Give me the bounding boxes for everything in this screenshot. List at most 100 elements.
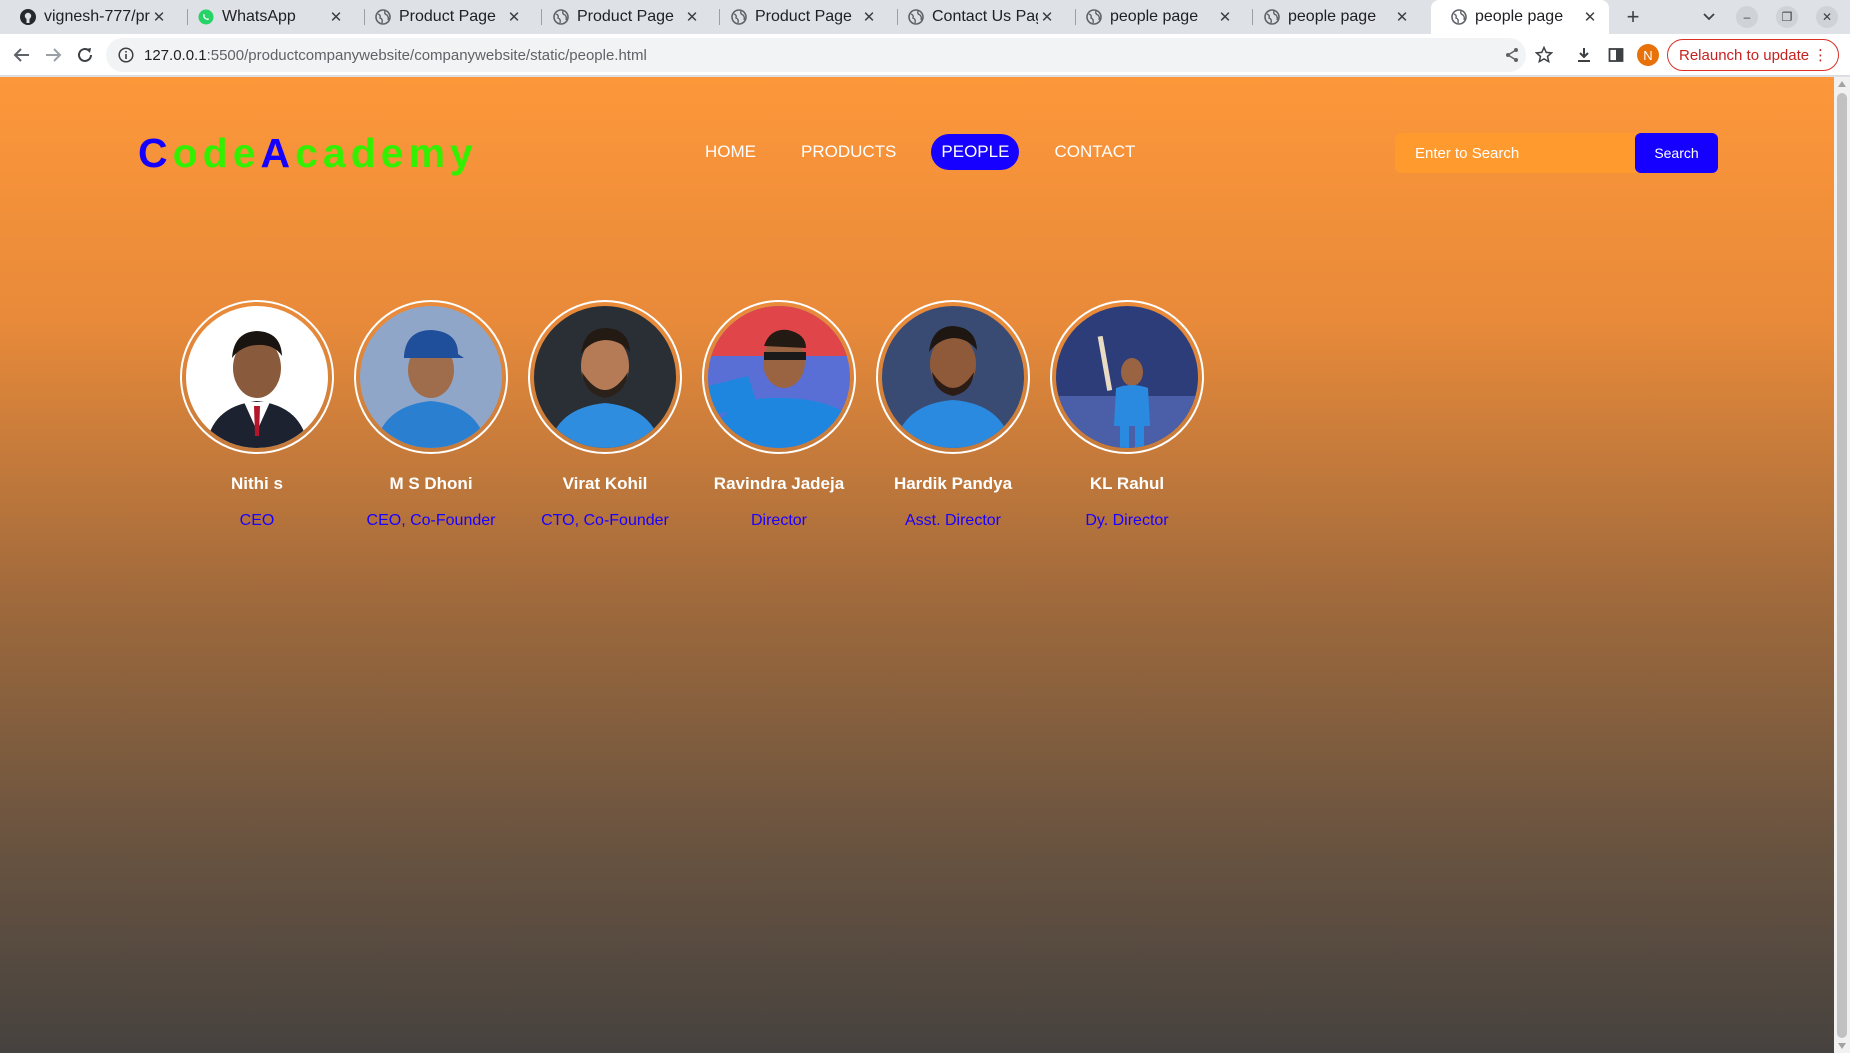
tab-title: people page (1475, 8, 1564, 25)
nav-people[interactable]: PEOPLE (931, 134, 1020, 170)
address-bar[interactable]: 127.0.0.1:5500/productcompanywebsite/com… (106, 38, 1526, 72)
close-icon[interactable]: ✕ (505, 8, 523, 26)
globe-icon (731, 9, 747, 25)
globe-icon (375, 9, 391, 25)
close-icon[interactable]: ✕ (1038, 8, 1056, 26)
browser-tab[interactable]: Product Page ✕ (533, 0, 711, 34)
search-button[interactable]: Search (1635, 133, 1718, 173)
person-photo (360, 306, 502, 448)
url-path: :5500/productcompanywebsite/companywebsi… (206, 46, 647, 64)
site-logo[interactable]: CodeAcademy (138, 130, 478, 177)
browser-tab[interactable]: people page ✕ (1066, 0, 1244, 34)
globe-icon (1264, 9, 1280, 25)
logo-letter-c: C (138, 130, 173, 176)
side-panel-icon[interactable] (1605, 44, 1627, 66)
close-icon[interactable]: ✕ (860, 8, 878, 26)
globe-icon (1451, 9, 1467, 25)
person-name: Hardik Pandya (893, 474, 1013, 493)
browser-toolbar: 127.0.0.1:5500/productcompanywebsite/com… (0, 34, 1850, 76)
restore-icon[interactable]: ❐ (1776, 6, 1798, 28)
download-icon[interactable] (1573, 44, 1595, 66)
url-host: 127.0.0.1 (144, 46, 207, 64)
page-scrollbar[interactable] (1834, 77, 1850, 1053)
logo-letter-a: A (260, 130, 296, 176)
globe-icon (1086, 9, 1102, 25)
photo-frame (180, 300, 334, 454)
browser-tab[interactable]: people page ✕ (1244, 0, 1421, 34)
menu-dots-icon[interactable]: ⋮ (1813, 46, 1828, 64)
person-card: Hardik Pandya Asst. Director (866, 300, 1040, 530)
tab-title: WhatsApp (222, 8, 296, 25)
back-icon[interactable] (10, 43, 34, 67)
logo-text-cademy: cademy (295, 130, 478, 176)
relaunch-button[interactable]: Relaunch to update ⋮ (1667, 39, 1839, 71)
person-card: M S Dhoni CEO, Co-Founder (344, 300, 518, 530)
tab-title: Product Page (399, 8, 496, 25)
github-icon (20, 9, 36, 25)
close-icon[interactable]: ✕ (327, 8, 345, 26)
nav-products[interactable]: PRODUCTS (791, 134, 906, 170)
close-icon[interactable]: ✕ (1216, 8, 1234, 26)
close-icon[interactable]: ✕ (1393, 8, 1411, 26)
person-photo (882, 306, 1024, 448)
close-icon[interactable]: ✕ (1581, 8, 1599, 26)
tab-title: Product Page (577, 8, 674, 25)
people-list: Nithi s CEO M S Dhoni CEO, Co-Founder Vi… (170, 300, 1214, 530)
photo-frame (1050, 300, 1204, 454)
share-icon[interactable] (1501, 44, 1523, 66)
url-text: 127.0.0.1:5500/productcompanywebsite/com… (144, 47, 647, 64)
person-role: Director (750, 512, 807, 529)
browser-tab[interactable]: vignesh-777/pro ✕ (0, 0, 178, 34)
reload-icon[interactable] (73, 43, 97, 67)
person-photo (1056, 306, 1198, 448)
close-icon[interactable]: ✕ (150, 8, 168, 26)
scroll-down-arrow-icon[interactable] (1838, 1043, 1846, 1049)
person-name: Nithi s (231, 474, 283, 493)
main-nav: HOME PRODUCTS PEOPLE CONTACT (695, 134, 1170, 170)
person-card: KL Rahul Dy. Director (1040, 300, 1214, 530)
forward-icon[interactable] (41, 43, 65, 67)
person-card: Virat Kohil CTO, Co-Founder (518, 300, 692, 530)
bookmark-star-icon[interactable] (1533, 44, 1555, 66)
person-role: Asst. Director (904, 512, 1001, 529)
person-role: CEO, Co-Founder (366, 512, 496, 529)
nav-contact[interactable]: CONTACT (1044, 134, 1145, 170)
person-role: Dy. Director (1085, 512, 1169, 529)
chevron-down-icon[interactable] (1698, 6, 1720, 28)
person-role: CTO, Co-Founder (541, 512, 669, 529)
photo-frame (528, 300, 682, 454)
close-icon[interactable]: ✕ (683, 8, 701, 26)
scrollbar-thumb[interactable] (1837, 93, 1847, 1038)
relaunch-label: Relaunch to update (1679, 46, 1810, 64)
person-photo (708, 306, 850, 448)
globe-icon (908, 9, 924, 25)
browser-tab[interactable]: Product Page ✕ (355, 0, 533, 34)
person-name: Virat Kohil (562, 474, 648, 493)
person-photo (186, 306, 328, 448)
scroll-up-arrow-icon[interactable] (1838, 81, 1846, 87)
profile-avatar[interactable]: N (1637, 44, 1659, 66)
whatsapp-icon (198, 9, 214, 25)
browser-tab[interactable]: Contact Us Page ✕ (888, 0, 1066, 34)
person-name: KL Rahul (1089, 474, 1165, 493)
close-window-icon[interactable]: ✕ (1816, 6, 1838, 28)
photo-frame (876, 300, 1030, 454)
globe-icon (553, 9, 569, 25)
new-tab-icon[interactable]: + (1620, 4, 1646, 30)
browser-tab[interactable]: WhatsApp ✕ (178, 0, 355, 34)
logo-text-ode: ode (172, 130, 261, 176)
browser-tab-active[interactable]: people page ✕ (1431, 0, 1609, 34)
tab-title: people page (1288, 8, 1377, 25)
tab-title: Contact Us Page (932, 8, 1038, 25)
browser-tab[interactable]: Product Page ✕ (711, 0, 888, 34)
minimize-icon[interactable]: – (1736, 6, 1758, 28)
tab-title: people page (1110, 8, 1199, 25)
page-viewport: CodeAcademy HOME PRODUCTS PEOPLE CONTACT… (0, 77, 1834, 1053)
photo-frame (702, 300, 856, 454)
tab-title: vignesh-777/pro (44, 8, 150, 25)
person-name: Ravindra Jadeja (713, 474, 845, 493)
search-input[interactable] (1395, 133, 1639, 173)
info-icon[interactable] (118, 47, 134, 63)
person-name: M S Dhoni (389, 474, 473, 493)
nav-home[interactable]: HOME (695, 134, 766, 170)
